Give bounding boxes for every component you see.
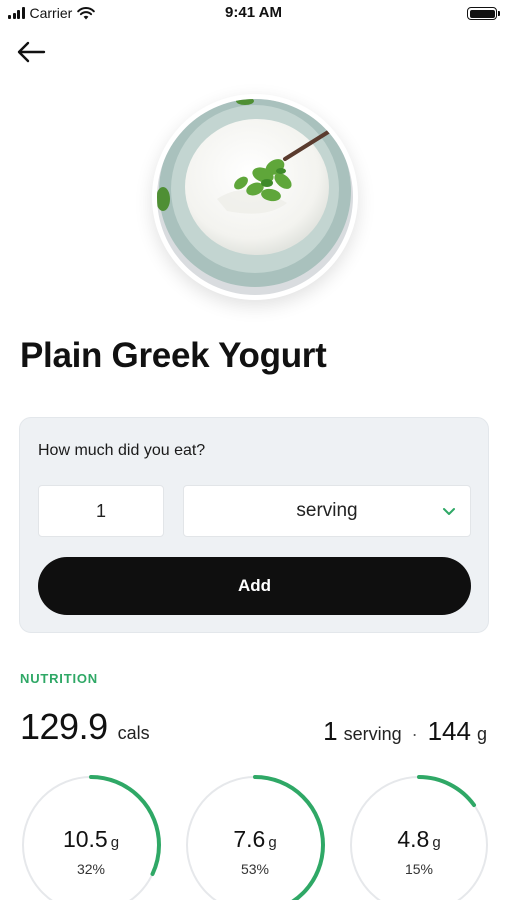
quantity-input[interactable]: 1 [38, 485, 164, 537]
food-image [152, 94, 358, 300]
status-bar: Carrier 9:41 AM [0, 0, 507, 28]
calories-unit: cals [117, 723, 150, 743]
serving-summary-separator: · [411, 724, 418, 744]
add-button[interactable]: Add [38, 557, 471, 615]
serving-question: How much did you eat? [38, 442, 206, 459]
serving-summary: 1 serving · 144 g [323, 716, 487, 747]
macro-ring-2: 7.6 g 53% [184, 774, 326, 900]
macro-2-percent: 53% [240, 861, 270, 877]
status-time: 9:41 AM [225, 4, 282, 21]
arrow-left-icon [17, 41, 46, 63]
serving-summary-weight: 144 [427, 716, 471, 746]
macro-1-unit: g [110, 834, 120, 851]
macro-1-value: 10.5 [62, 826, 108, 852]
serving-card: How much did you eat? 1 serving Add [19, 417, 489, 633]
unit-dropdown[interactable]: serving [183, 485, 471, 537]
serving-summary-weight-unit: g [476, 724, 487, 744]
serving-summary-qty: 1 [323, 716, 338, 746]
nutrition-section-label: NUTRITION [20, 671, 98, 686]
macro-ring-1: 10.5 g 32% [20, 774, 162, 900]
macro-3-unit: g [432, 834, 441, 851]
back-button[interactable] [14, 38, 48, 66]
macro-3-value: 4.8 [397, 826, 430, 852]
macro-2-value: 7.6 [233, 826, 266, 852]
battery-icon [467, 7, 500, 20]
unit-dropdown-value: serving [296, 500, 358, 521]
macro-3-percent: 15% [404, 861, 434, 877]
macro-ring-3: 4.8 g 15% [348, 774, 490, 900]
calories: 129.9 cals [20, 706, 150, 748]
macro-2-unit: g [268, 834, 277, 851]
serving-summary-unit: serving [343, 724, 402, 744]
macro-1-percent: 32% [76, 861, 106, 877]
food-title: Plain Greek Yogurt [20, 336, 327, 375]
calories-value: 129.9 [20, 706, 108, 747]
chevron-down-icon [443, 508, 455, 515]
